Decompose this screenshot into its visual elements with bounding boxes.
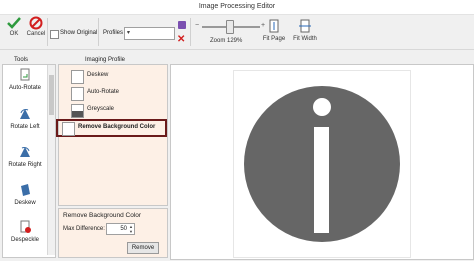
toolbar-separator <box>190 18 191 46</box>
remove-button[interactable]: Remove <box>127 242 159 254</box>
tool-label: Despeckle <box>10 237 39 243</box>
despeckle-icon <box>20 220 31 233</box>
chevron-down-icon: ▾ <box>127 30 131 36</box>
fit-page-button[interactable]: Fit Page <box>262 19 286 47</box>
fit-page-icon <box>269 19 279 33</box>
image-viewer[interactable] <box>170 64 474 260</box>
info-icon <box>244 86 400 242</box>
rotate-left-icon <box>20 109 30 119</box>
profiles-dropdown[interactable]: - ▾ <box>124 27 175 40</box>
tool-rotate-right[interactable]: Rotate Right <box>3 145 47 168</box>
fit-width-icon <box>299 19 311 33</box>
toolbar-separator <box>98 18 99 46</box>
remove-background-title: Remove Background Color <box>63 212 142 219</box>
profile-item-greyscale[interactable]: Greyscale <box>67 103 165 118</box>
auto-rotate-icon <box>20 68 30 81</box>
tool-label: Deskew <box>14 200 36 206</box>
max-difference-label: Max Difference: <box>63 226 105 232</box>
profile-item-auto-rotate[interactable]: Auto-Rotate <box>67 86 165 101</box>
max-difference-stepper[interactable]: 50 ▲ ▼ <box>106 223 135 235</box>
zoom-out-icon[interactable]: − <box>195 22 199 29</box>
imaging-profile-header: Imaging Profile <box>85 57 126 63</box>
profile-item-label: Deskew <box>87 72 109 78</box>
zoom-level-label: Zoom 129% <box>210 38 243 44</box>
tool-label: Rotate Left <box>10 124 40 130</box>
fit-width-button[interactable]: Fit Width <box>290 19 320 47</box>
profile-item-label: Remove Background Color <box>78 124 156 130</box>
tool-rotate-left[interactable]: Rotate Left <box>3 107 47 130</box>
profiles-label: Profiles <box>103 30 124 36</box>
profile-item-label: Auto-Rotate <box>87 89 120 95</box>
profile-item-remove-background-color[interactable]: Remove Background Color <box>56 119 167 137</box>
show-original-checkbox[interactable] <box>50 30 59 39</box>
title-bar: Image Processing Editor <box>0 0 474 15</box>
max-difference-value: 50 <box>120 226 127 232</box>
remove-background-settings: Remove Background Color Max Difference: … <box>58 208 168 258</box>
window-title: Image Processing Editor <box>198 3 276 10</box>
delete-profile-icon[interactable]: ✕ <box>177 35 185 45</box>
tool-label: Rotate Right <box>8 162 42 168</box>
tools-header: Tools <box>14 57 29 63</box>
toolbar-divider <box>0 49 474 50</box>
profile-item-deskew[interactable]: Deskew <box>67 69 165 84</box>
tool-auto-rotate[interactable]: Auto-Rotate <box>3 68 47 91</box>
cancel-button[interactable]: Cancel <box>22 16 50 46</box>
tool-despeckle[interactable]: Despeckle <box>3 220 47 243</box>
save-profile-icon[interactable] <box>178 21 186 29</box>
imaging-profile-list: Deskew Auto-Rotate Greyscale Remove Back… <box>56 64 168 206</box>
remove-background-icon <box>62 122 75 136</box>
zoom-slider-thumb[interactable] <box>226 20 234 34</box>
show-original-label: Show Original <box>60 30 98 36</box>
fit-width-label: Fit Width <box>293 36 317 42</box>
deskew-icon <box>71 70 84 84</box>
tool-deskew[interactable]: Deskew <box>3 183 47 206</box>
tool-label: Auto-Rotate <box>8 85 42 91</box>
tools-scrollbar[interactable] <box>47 65 55 255</box>
rotate-right-icon <box>20 147 30 157</box>
scrollbar-thumb[interactable] <box>49 75 54 115</box>
cancel-label: Cancel <box>26 31 46 37</box>
tools-panel: Auto-Rotate Rotate Left Rotate Right Des… <box>2 64 56 258</box>
deskew-icon <box>21 184 30 196</box>
stepper-arrows-icon[interactable]: ▲ ▼ <box>129 224 133 234</box>
fit-page-label: Fit Page <box>262 36 286 42</box>
cancel-icon <box>29 16 43 30</box>
image-canvas <box>233 70 411 258</box>
greyscale-icon <box>71 104 84 118</box>
profile-item-label: Greyscale <box>87 106 115 112</box>
auto-rotate-icon <box>71 87 84 101</box>
toolbar-separator <box>47 18 48 46</box>
checkmark-icon <box>7 17 21 29</box>
